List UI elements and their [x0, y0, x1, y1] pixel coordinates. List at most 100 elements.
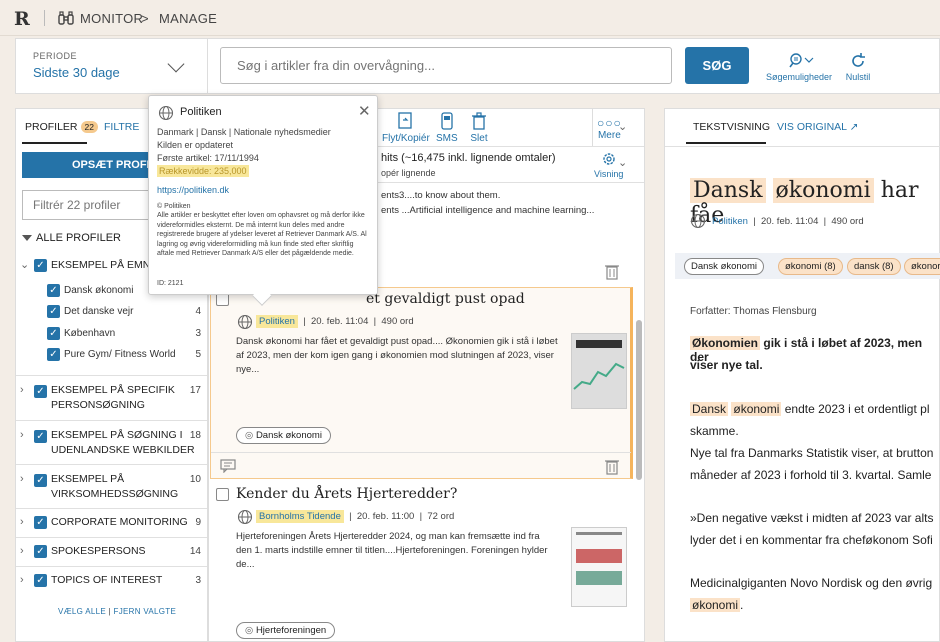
chevron-right-icon[interactable]: › [20, 473, 24, 485]
chevron-right-icon[interactable]: › [20, 516, 24, 528]
source-details: Danmark | Dansk | Nationale nyhedsmedier [157, 127, 331, 137]
search-options-label: Søgemuligheder [765, 72, 833, 82]
move-copy-button[interactable]: Flyt/Kopiér [382, 112, 430, 144]
source-first-article: Første artikel: 17/11/1994 [157, 153, 259, 163]
search-options-button[interactable]: Søgemuligheder [764, 52, 834, 82]
keyword-pill[interactable]: økonomi (8) [778, 258, 843, 275]
divider [16, 537, 207, 538]
all-profiles-toggle[interactable]: ALLE PROFILER [22, 232, 121, 244]
chevron-down-icon[interactable]: ⌄ [618, 156, 627, 169]
profile-checkbox[interactable]: ✓ [34, 545, 47, 558]
subprofile-checkbox[interactable]: ✓ [47, 284, 60, 297]
tag-pill[interactable]: Dansk økonomi [684, 258, 764, 275]
article-title[interactable]: et gevaldigt pust opad [366, 291, 525, 307]
keyword-highlight: Økonomien [690, 336, 761, 350]
source-link[interactable]: Politiken [256, 315, 298, 328]
tag-pill[interactable]: ◎ Dansk økonomi [236, 427, 331, 444]
breadcrumb-monitor[interactable]: MONITOR [80, 11, 143, 26]
chevron-right-icon[interactable]: › [20, 574, 24, 586]
search-input[interactable] [220, 47, 672, 84]
trash-icon[interactable] [603, 457, 621, 478]
profile-checkbox[interactable]: ✓ [34, 385, 47, 398]
globe-icon [158, 105, 174, 124]
divider [16, 375, 207, 376]
source-updated: Kilden er opdateret [157, 140, 234, 150]
trash-icon[interactable] [603, 262, 621, 283]
divider [16, 464, 207, 465]
profile-checkbox[interactable]: ✓ [34, 574, 47, 587]
delete-button[interactable]: Slet [470, 112, 488, 144]
subprofile-checkbox[interactable]: ✓ [47, 348, 60, 361]
article-checkbox[interactable] [216, 488, 229, 501]
source-globe-icon [690, 213, 706, 232]
period-label: PERIODE [33, 51, 78, 61]
keyword-highlight: økonomi [731, 402, 782, 416]
paragraph-text: »Den negative vækst i midten af 2023 var… [690, 511, 934, 525]
paragraph-text: skamme. [690, 424, 739, 438]
close-icon[interactable]: ✕ [358, 102, 371, 120]
all-profiles-label: ALLE PROFILER [36, 232, 121, 244]
profile-checkbox[interactable]: ✓ [34, 430, 47, 443]
profile-checkbox[interactable]: ✓ [34, 474, 47, 487]
subprofile-label: Dansk økonomi [64, 285, 134, 296]
source-info-popover [148, 95, 378, 295]
retriever-logo[interactable]: R [14, 8, 30, 30]
keyword-pill[interactable]: økonor [904, 258, 940, 275]
deselect-link[interactable]: FJERN VALGTE [114, 607, 177, 616]
chevron-right-icon[interactable]: › [20, 429, 24, 441]
chevron-down-icon[interactable]: ⌄ [20, 258, 29, 271]
article-meta: Politiken | 20. feb. 11:04 | 490 ord [256, 315, 414, 328]
tag-icon: ◎ [245, 430, 256, 441]
sms-button[interactable]: SMS [436, 112, 458, 144]
tab-filters[interactable]: FILTRE [104, 121, 139, 133]
gear-icon [602, 153, 615, 165]
divider [16, 508, 207, 509]
reset-icon [852, 53, 865, 67]
tag-pill[interactable]: ◎ Hjerteforeningen [236, 622, 336, 639]
group-similar-label[interactable]: opér lignende [381, 168, 436, 178]
tab-profiles[interactable]: PROFILER 22 [25, 121, 98, 133]
article-date: 20. feb. 11:00 [356, 511, 415, 522]
binoculars-icon [58, 10, 74, 29]
source-link[interactable]: Politiken [712, 216, 748, 227]
profile-count: 14 [189, 546, 201, 557]
breadcrumb-manage[interactable]: MANAGE [159, 11, 217, 26]
prev-snippet: ents3....to know about them. [381, 190, 501, 201]
tab-text-view[interactable]: TEKSTVISNING [693, 121, 770, 133]
profile-group-label-line2: VIRKSOMHEDSSØGNING [51, 488, 179, 500]
article-meta: Bornholms Tidende | 20. feb. 11:00 | 72 … [256, 510, 454, 523]
filter-divider [207, 38, 208, 94]
scrollbar[interactable] [636, 320, 642, 480]
search-button[interactable]: SØG [685, 47, 749, 84]
period-select[interactable]: Sidste 30 dage [33, 65, 120, 80]
paragraph-text: måneder af 2023 i forhold til 3. kvartal… [690, 468, 932, 482]
subprofile-checkbox[interactable]: ✓ [47, 305, 60, 318]
paragraph-text: viser nye tal. [690, 358, 763, 372]
chevron-down-icon[interactable]: ⌄ [618, 120, 627, 133]
source-url-link[interactable]: https://politiken.dk [157, 185, 229, 195]
source-link[interactable]: Bornholms Tidende [256, 510, 344, 523]
select-all-link[interactable]: VÆLG ALLE [58, 607, 106, 616]
chevron-right-icon[interactable]: › [20, 384, 24, 396]
author: Forfatter: Thomas Flensburg [690, 306, 817, 317]
profile-count: 10 [189, 474, 201, 485]
subprofile-checkbox[interactable]: ✓ [47, 327, 60, 340]
subprofile-label: Det danske vejr [64, 306, 134, 317]
tab-original[interactable]: VIS ORIGINAL ↗ [777, 121, 858, 133]
reset-label: Nulstil [845, 72, 871, 82]
paragraph: økonomi. [690, 598, 743, 612]
profile-checkbox[interactable]: ✓ [34, 259, 47, 272]
reset-button[interactable]: Nulstil [840, 52, 876, 82]
article-title[interactable]: Kender du Årets Hjerteredder? [236, 486, 457, 502]
delete-label: Slet [470, 133, 488, 144]
profile-group-label-line2: UDENLANDSKE WEBKILDER [51, 444, 195, 456]
divider [665, 146, 940, 147]
profile-checkbox[interactable]: ✓ [34, 516, 47, 529]
sms-label: SMS [436, 133, 458, 144]
keyword-pill[interactable]: dansk (8) [847, 258, 901, 275]
trash-icon [472, 112, 486, 130]
source-reach: Rækkevidde: 235,000 [157, 165, 249, 177]
comment-icon[interactable] [220, 459, 236, 476]
bulk-links: VÆLG ALLE | FJERN VALGTE [58, 607, 176, 616]
chevron-right-icon[interactable]: › [20, 545, 24, 557]
